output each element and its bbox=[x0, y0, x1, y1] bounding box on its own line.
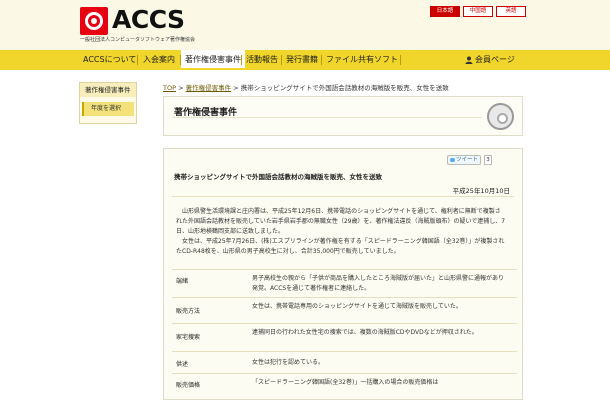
sidebar: 著作権侵害事件 年度を選択 bbox=[79, 82, 137, 124]
table-row: 供述 女性は犯行を認めている。 bbox=[172, 351, 517, 373]
article: ツイート 3 携帯ショッピングサイトで外国語会話教材の海賊版を販売、女性を送致 … bbox=[163, 148, 523, 400]
lang-japanese-button[interactable]: 日本語 bbox=[430, 6, 460, 17]
members-page-label: 会員ページ bbox=[475, 55, 515, 64]
page-title-box: 著作権侵害事件 bbox=[163, 96, 523, 136]
sidebar-item-select-year[interactable]: 年度を選択 bbox=[82, 102, 134, 116]
disc-icon bbox=[487, 103, 514, 130]
nav-infringement-cases[interactable]: 著作権侵害事件 bbox=[181, 50, 245, 70]
logo-text: ACCS bbox=[112, 5, 185, 34]
lang-english-button[interactable]: 英語 bbox=[496, 6, 526, 17]
site-logo[interactable]: ACCS 一般社団法人コンピュータソフトウェア著作権協会 bbox=[80, 5, 220, 43]
logo-subtitle: 一般社団法人コンピュータソフトウェア著作権協会 bbox=[80, 37, 196, 43]
nav-membership[interactable]: 入会案内 bbox=[143, 50, 175, 70]
user-icon bbox=[465, 56, 473, 64]
article-title: 携帯ショッピングサイトで外国語会話教材の海賊版を販売、女性を送致 bbox=[174, 173, 382, 181]
nav-activity-reports[interactable]: 活動報告 bbox=[246, 50, 278, 70]
twitter-bird-icon bbox=[450, 158, 455, 162]
tweet-count: 3 bbox=[484, 155, 492, 165]
table-row: 販売方法 女性は、携帯電話専用のショッピングサイトを通じて海賊版を販売していた。 bbox=[172, 297, 517, 323]
article-paragraph: 女性は、平成25年7月26日、(株)エスプリラインが著作権を有する「スピードラー… bbox=[176, 238, 505, 255]
nav-about[interactable]: ACCSについて bbox=[83, 50, 136, 70]
accs-logo-icon bbox=[80, 7, 108, 35]
site-header: ACCS 一般社団法人コンピュータソフトウェア著作権協会 日本語 中国語 英語 bbox=[0, 0, 610, 50]
article-body: 山形県警生活環境課と庄内署は、平成25年12月6日、携帯電話のショッピングサイト… bbox=[176, 207, 506, 257]
table-row: 家宅捜索 逮捕同日の行われた女性宅の捜索では、複数の海賊版CDやDVDなどが押収… bbox=[172, 323, 517, 351]
article-paragraph: 山形県警生活環境課と庄内署は、平成25年12月6日、携帯電話のショッピングサイト… bbox=[176, 208, 506, 235]
breadcrumb-cases[interactable]: 著作権侵害事件 bbox=[186, 84, 232, 92]
main-nav: ACCSについて 入会案内 著作権侵害事件 活動報告 発行書籍 ファイル共有ソフ… bbox=[0, 50, 610, 70]
nav-publications[interactable]: 発行書籍 bbox=[286, 50, 318, 70]
table-row: 販売価格 「スピードラーニング韓国語(全32巻)」一括購入の場合の販売価格は bbox=[172, 373, 517, 393]
tweet-button[interactable]: ツイート bbox=[447, 155, 481, 165]
breadcrumb: TOP > 著作権侵害事件 > 携帯ショッピングサイトで外国語会話教材の海賊版を… bbox=[163, 84, 449, 92]
nav-members-page[interactable]: 会員ページ bbox=[464, 50, 515, 70]
nav-file-sharing[interactable]: ファイル共有ソフト bbox=[326, 50, 398, 70]
sidebar-title: 著作権侵害事件 bbox=[80, 83, 136, 97]
breadcrumb-top[interactable]: TOP bbox=[163, 84, 176, 92]
lang-chinese-button[interactable]: 中国語 bbox=[463, 6, 493, 17]
table-row: 端緒 男子高校生の親から「子供が商品を購入したところ海賊版が届いた」と山形県警に… bbox=[172, 269, 517, 297]
article-date: 平成25年10月10日 bbox=[452, 187, 510, 195]
breadcrumb-current: 携帯ショッピングサイトで外国語会話教材の海賊版を販売、女性を送致 bbox=[240, 84, 449, 92]
